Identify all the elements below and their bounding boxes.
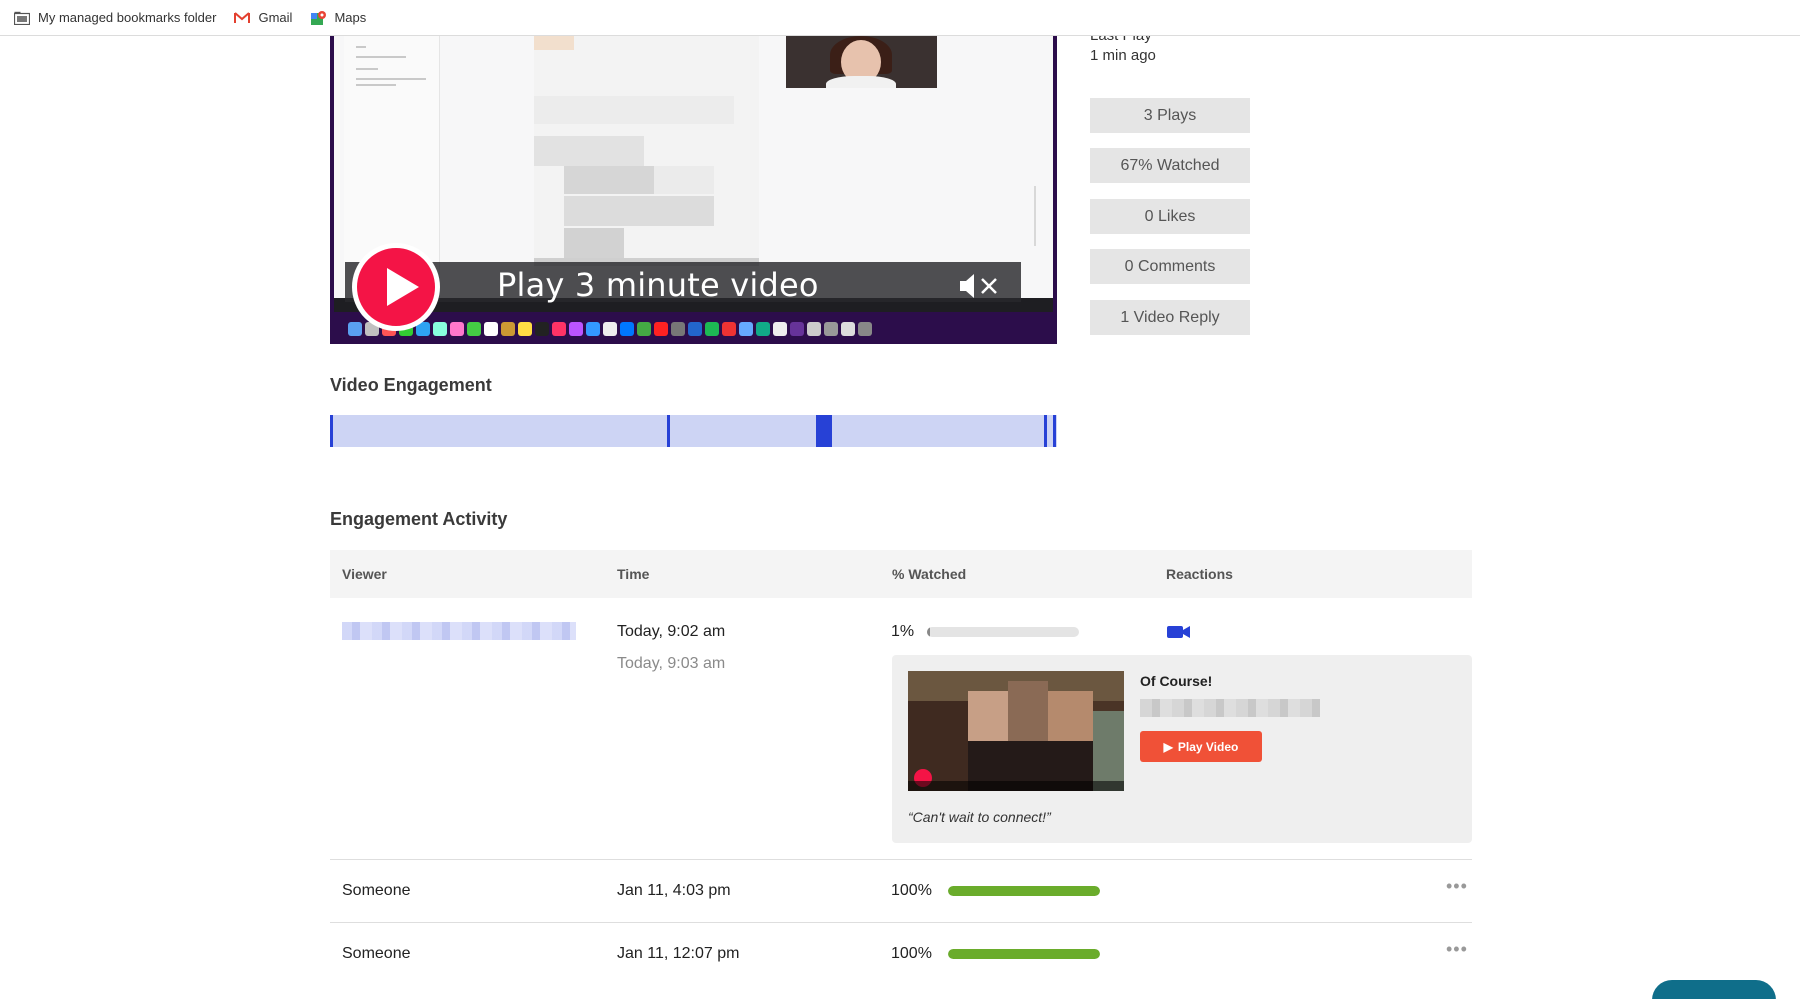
engagement-activity-title: Engagement Activity	[330, 509, 508, 529]
play-video-button[interactable]: ▶ Play Video	[1140, 731, 1262, 762]
bookmark-managed-folder[interactable]: My managed bookmarks folder	[14, 10, 216, 26]
row-percent: 100%	[891, 945, 932, 962]
bookmark-label: Maps	[334, 10, 367, 25]
comments-stat: 0 Comments	[1090, 249, 1250, 284]
reply-title: Of Course!	[1140, 673, 1213, 689]
column-time: Time	[617, 566, 650, 582]
row-time: Jan 11, 4:03 pm	[617, 882, 731, 899]
watched-progress-fill	[948, 949, 1100, 959]
video-reply-stat[interactable]: 1 Video Reply	[1090, 300, 1250, 335]
maps-icon	[310, 10, 327, 26]
bookmark-label: My managed bookmarks folder	[38, 10, 217, 25]
row-divider	[330, 859, 1472, 860]
engagement-mark	[330, 415, 333, 447]
engagement-mark	[1044, 415, 1047, 447]
video-camera-icon[interactable]	[1167, 625, 1191, 639]
mute-icon[interactable]	[958, 271, 1002, 301]
video-engagement-title: Video Engagement	[330, 375, 492, 395]
help-button[interactable]	[1652, 980, 1776, 999]
row-time: Today, 9:02 am	[617, 623, 726, 640]
row-percent: 1%	[891, 623, 915, 640]
reply-video-thumbnail[interactable]	[908, 671, 1124, 791]
video-reply-card: Of Course! ▶ Play Video “Can't wait to c…	[892, 655, 1472, 843]
row-divider	[330, 922, 1472, 923]
play-button[interactable]	[352, 243, 440, 331]
engagement-mark	[816, 415, 832, 447]
webcam-overlay	[786, 36, 937, 88]
row-viewer[interactable]: Someone	[342, 882, 411, 900]
bookmark-gmail[interactable]: Gmail	[234, 10, 292, 26]
video-overlay-title[interactable]: Play 3 minute video	[497, 266, 819, 304]
gmail-icon	[234, 10, 251, 26]
engagement-mark	[1053, 415, 1056, 447]
bookmark-maps[interactable]: Maps	[310, 10, 366, 26]
bookmarks-bar: My managed bookmarks folder Gmail Maps	[0, 0, 1800, 36]
plays-stat: 3 Plays	[1090, 98, 1250, 133]
viewer-name-redacted[interactable]	[342, 622, 576, 640]
column-viewer: Viewer	[342, 566, 387, 582]
reply-quote: “Can't wait to connect!”	[908, 809, 1051, 825]
row-percent: 100%	[891, 882, 932, 899]
blurred-document-content	[534, 36, 759, 298]
play-icon: ▶	[1163, 739, 1173, 754]
watched-progress-bar	[948, 949, 1100, 959]
last-play-value: 1 min ago	[1090, 47, 1156, 64]
watched-stat: 67% Watched	[1090, 148, 1250, 183]
play-video-label: Play Video	[1177, 739, 1239, 754]
column-reactions: Reactions	[1166, 566, 1233, 582]
recorded-dock	[348, 318, 1048, 340]
watched-progress-fill	[948, 886, 1100, 896]
bookmark-label: Gmail	[258, 10, 293, 25]
row-viewer[interactable]: Someone	[342, 945, 411, 963]
row-time: Jan 11, 12:07 pm	[617, 945, 740, 962]
engagement-mark	[667, 415, 670, 447]
watched-progress-bar	[927, 627, 1079, 637]
play-icon	[387, 268, 419, 306]
engagement-heatmap	[330, 415, 1057, 447]
more-options-icon[interactable]: •••	[1446, 876, 1468, 897]
more-options-icon[interactable]: •••	[1446, 939, 1468, 960]
column-watched: % Watched	[892, 566, 967, 582]
watched-progress-bar	[948, 886, 1100, 896]
folder-icon	[14, 10, 30, 26]
activity-table-header: Viewer Time % Watched Reactions	[330, 550, 1472, 598]
row-time-secondary: Today, 9:03 am	[617, 655, 726, 672]
likes-stat: 0 Likes	[1090, 199, 1250, 234]
reply-email-redacted	[1140, 699, 1320, 717]
watched-progress-fill	[927, 627, 930, 637]
